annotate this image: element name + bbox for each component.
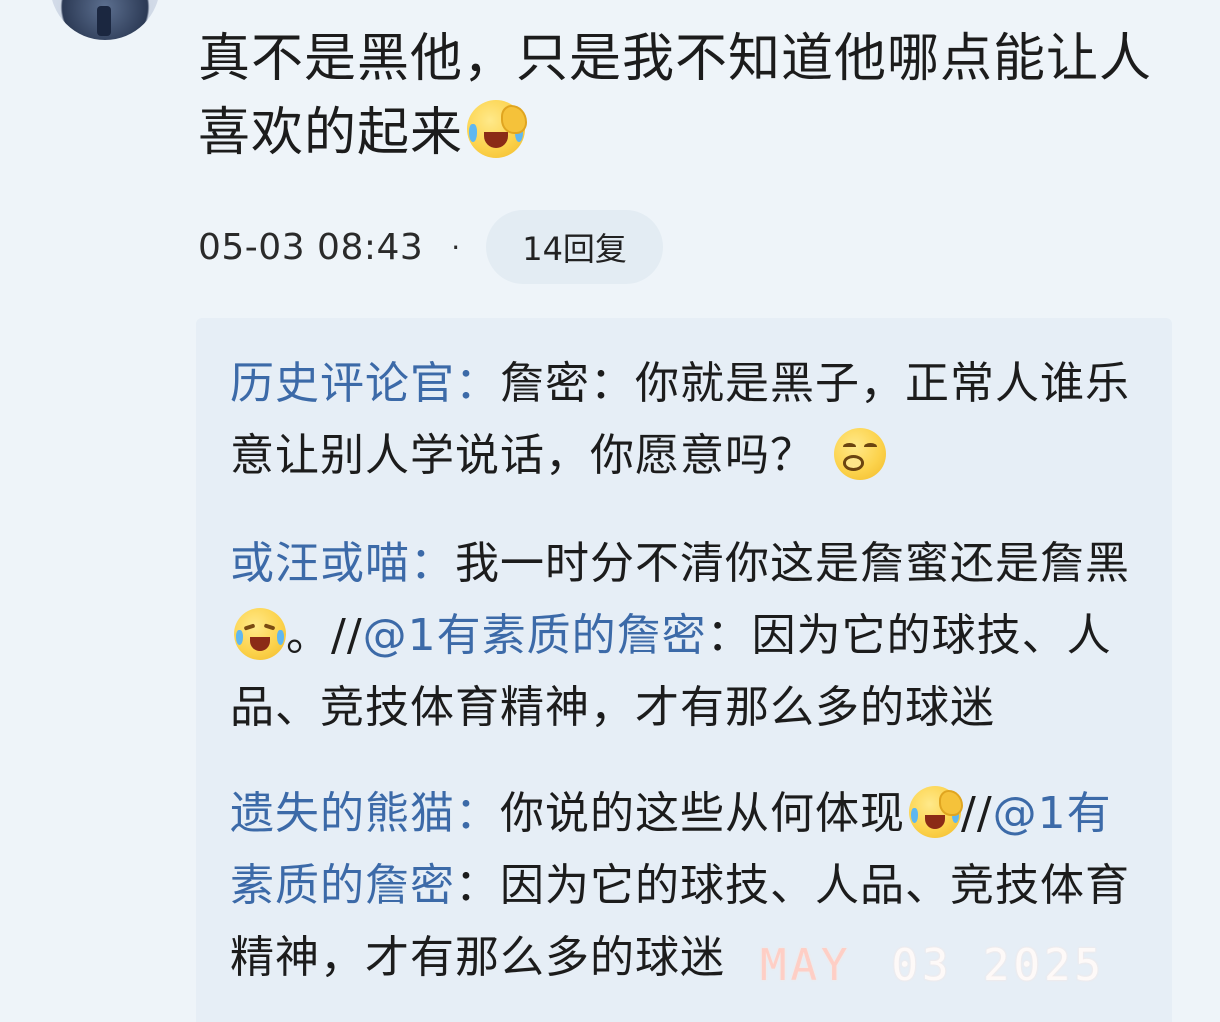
watermark-year: 2025 [982, 940, 1105, 991]
comment-timestamp: 05-03 08:43 [198, 226, 424, 268]
separator-dot: · [451, 230, 461, 264]
date-watermark: MAY 03 2025 [760, 940, 1105, 991]
avatar[interactable] [50, 0, 160, 40]
reply-count-button[interactable]: 14回复 [486, 210, 663, 284]
mention-link[interactable]: @1有素质的詹密 [363, 610, 707, 661]
reply-item[interactable]: 或汪或喵：我一时分不清你这是詹蜜还是詹黑 。//@1有素质的詹密：因为它的球技、人… [230, 528, 1150, 744]
watermark-day: 03 [891, 940, 953, 991]
replies-preview[interactable]: 历史评论官：詹密：你就是黑子，正常人谁乐意让别人学说话，你愿意吗？ 或汪或喵：我… [196, 318, 1172, 1022]
reply-author[interactable]: 历史评论官： [230, 358, 500, 409]
reply-text: 你说的这些从何体现 [500, 788, 905, 839]
comment-thread-page: 真不是黑他，只是我不知道他哪点能让人喜欢的起来 05-03 08:43 · 14… [0, 0, 1220, 1022]
reply-text-suffix: // [961, 788, 993, 839]
comment-meta: 05-03 08:43 · 14回复 [198, 210, 663, 284]
comment-text: 真不是黑他，只是我不知道他哪点能让人喜欢的起来 [198, 29, 1153, 163]
crying-face-emoji-icon [467, 100, 528, 158]
reply-author[interactable]: 或汪或喵： [230, 538, 455, 589]
crying-face-emoji-icon [909, 786, 964, 838]
reply-item[interactable]: 历史评论官：詹密：你就是黑子，正常人谁乐意让别人学说话，你愿意吗？ [230, 348, 1150, 492]
reply-text: 我一时分不清你这是詹蜜还是詹黑 [455, 538, 1130, 589]
comment-body: 真不是黑他，只是我不知道他哪点能让人喜欢的起来 [198, 22, 1188, 170]
avatar-figure [97, 6, 111, 36]
reply-text-suffix: 。// [286, 610, 363, 661]
laugh-cry-emoji-icon [234, 608, 286, 660]
watermark-month: MAY [760, 940, 852, 991]
smirk-face-emoji-icon [834, 428, 886, 480]
reply-count-label: 14回复 [522, 230, 627, 268]
reply-author[interactable]: 遗失的熊猫： [230, 788, 500, 839]
